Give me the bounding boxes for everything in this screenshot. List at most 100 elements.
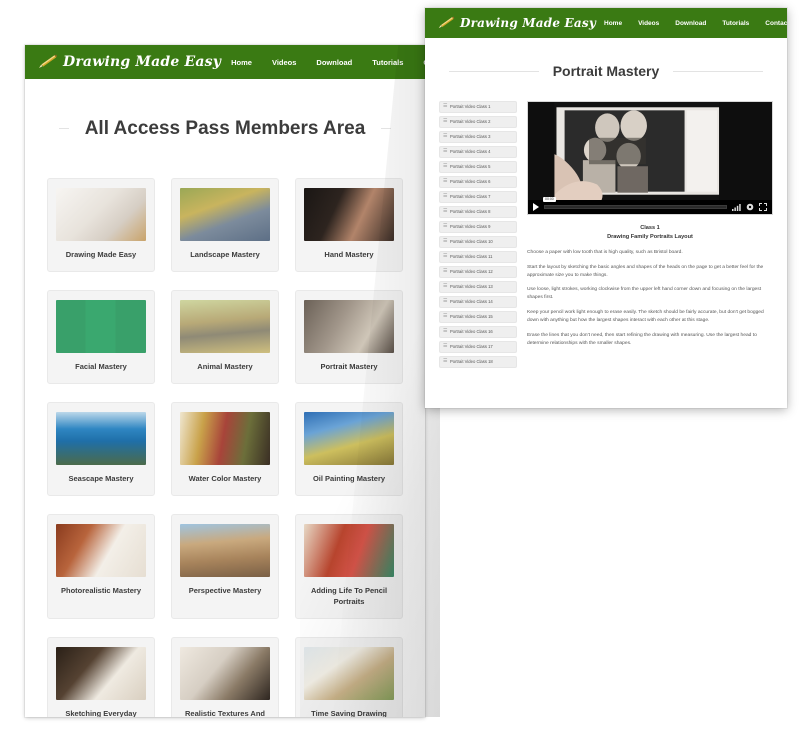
class-list-item[interactable]: ☰ Portrait Video Class 6 [439,175,517,188]
nav-item-tutorials[interactable]: Tutorials [362,58,413,67]
course-title: Drawing Made Easy [65,250,137,260]
course-card[interactable]: Seascape Mastery [47,402,155,497]
pencil-icon [37,54,59,70]
lesson-class-number: Class 1 [640,224,660,231]
drag-handle-icon[interactable]: ☰ [443,299,447,304]
course-card[interactable]: Animal Mastery [171,290,279,385]
class-list-item-label: Portrait Video Class 11 [449,254,493,260]
progress-bar[interactable]: 00:00 [543,196,727,209]
class-list: ☰ Portrait Video Class 1 ☰ Portrait Video C… [439,100,517,368]
drag-handle-icon[interactable]: ☰ [443,284,447,289]
class-list-item[interactable]: ☰ Portrait Video Class 1 [439,100,517,113]
lesson-paragraph: Use loose, light strokes, working clockw… [527,287,762,301]
course-thumbnail [304,524,394,578]
class-list-item[interactable]: ☰ Portrait Video Class 3 [439,130,517,143]
course-thumbnail [304,646,394,700]
drag-handle-icon[interactable]: ☰ [443,209,447,214]
nav-item-videos[interactable]: Videos [262,58,306,67]
course-thumbnail [304,188,394,242]
nav-item-home[interactable]: Home [596,20,630,27]
course-card[interactable]: Water Color Mastery [171,402,279,497]
lesson-heading: Class 1 Drawing Family Portraits Layout [527,224,773,242]
course-card[interactable]: Realistic Textures And Clothing [171,636,279,717]
drag-handle-icon[interactable]: ☰ [443,344,447,349]
course-card[interactable]: Facial Mastery [47,290,155,385]
class-list-item[interactable]: ☰ Portrait Video Class 5 [439,160,517,173]
brand-logo[interactable]: Drawing Made Easy [37,54,221,70]
course-card[interactable]: Time Saving Drawing Tips [295,636,403,717]
nav-item-home[interactable]: Home [221,58,262,67]
class-list-item[interactable]: ☰ Portrait Video Class 7 [439,190,517,203]
page-title: All Access Pass Members Area [84,117,366,139]
nav-item-download[interactable]: Download [667,20,714,27]
drag-handle-icon[interactable]: ☰ [443,134,447,139]
settings-gear-icon[interactable] [746,203,754,211]
title-rule-right [673,70,763,72]
portrait-body: ☰ Portrait Video Class 1 ☰ Portrait Video C… [425,89,787,384]
class-list-item-label: Portrait Video Class 18 [449,359,493,365]
nav-item-contact[interactable]: Contact [757,20,787,27]
class-list-item[interactable]: ☰ Portrait Video Class 8 [439,205,517,218]
course-card[interactable]: Photorealistic Mastery [47,514,155,619]
class-list-item[interactable]: ☰ Portrait Video Class 2 [439,115,517,128]
class-list-item[interactable]: ☰ Portrait Video Class 17 [439,340,517,353]
class-list-item[interactable]: ☰ Portrait Video Class 18 [439,355,517,368]
fullscreen-icon[interactable] [759,202,767,211]
drag-handle-icon[interactable]: ☰ [443,224,447,229]
course-thumbnail [304,300,394,354]
course-card[interactable]: Oil Painting Mastery [295,402,403,497]
course-card[interactable]: Hand Mastery [295,178,403,273]
course-thumbnail [56,300,146,354]
drag-handle-icon[interactable]: ☰ [443,164,447,169]
class-list-item[interactable]: ☰ Portrait Video Class 15 [439,310,517,323]
drag-handle-icon[interactable]: ☰ [443,194,447,199]
drag-handle-icon[interactable]: ☰ [443,239,447,244]
video-controls: 00:00 [528,196,772,214]
course-thumbnail [56,524,146,578]
class-list-item[interactable]: ☰ Portrait Video Class 10 [439,235,517,248]
nav-item-videos[interactable]: Videos [630,20,667,27]
class-list-item[interactable]: ☰ Portrait Video Class 13 [439,280,517,293]
course-card[interactable]: Drawing Made Easy [47,178,155,273]
portrait-title-row: Portrait Mastery [425,38,787,89]
drag-handle-icon[interactable]: ☰ [443,104,447,109]
drag-handle-icon[interactable]: ☰ [443,269,447,274]
class-list-item[interactable]: ☰ Portrait Video Class 11 [439,250,517,263]
course-title: Sketching Everyday Objects [65,708,137,717]
class-list-item[interactable]: ☰ Portrait Video Class 4 [439,145,517,158]
drag-handle-icon[interactable]: ☰ [443,329,447,334]
drag-handle-icon[interactable]: ☰ [443,119,447,124]
course-title: Seascape Mastery [68,474,134,484]
title-rule-left [59,128,69,130]
class-list-item[interactable]: ☰ Portrait Video Class 16 [439,325,517,338]
course-thumbnail [56,412,146,466]
course-card[interactable]: Adding Life To Pencil Portraits [295,514,403,619]
lesson-paragraph: Keep your pencil work light enough to er… [527,310,764,324]
class-list-item[interactable]: ☰ Portrait Video Class 12 [439,265,517,278]
class-list-item[interactable]: ☰ Portrait Video Class 14 [439,295,517,308]
volume-icon[interactable] [732,203,741,211]
class-list-item[interactable]: ☰ Portrait Video Class 9 [439,220,517,233]
nav-item-tutorials[interactable]: Tutorials [714,20,757,27]
drag-handle-icon[interactable]: ☰ [443,314,447,319]
course-title: Animal Mastery [197,362,253,372]
drag-handle-icon[interactable]: ☰ [443,179,447,184]
nav-item-contact[interactable]: Contact [413,58,425,67]
drag-handle-icon[interactable]: ☰ [443,149,447,154]
video-player[interactable]: 00:00 [527,100,773,215]
course-title: Perspective Mastery [188,586,262,596]
brand-logo-portrait[interactable]: Drawing Made Easy [437,16,596,30]
course-card[interactable]: Landscape Mastery [171,178,279,273]
course-card[interactable]: Sketching Everyday Objects [47,636,155,717]
title-rule-right [381,128,391,130]
course-thumbnail [180,188,270,242]
brand-name: Drawing Made Easy [63,54,222,70]
play-icon[interactable] [533,202,539,211]
nav-item-download[interactable]: Download [306,58,362,67]
course-title: Landscape Mastery [190,250,260,260]
drag-handle-icon[interactable]: ☰ [443,254,447,259]
course-card[interactable]: Portrait Mastery [295,290,403,385]
course-thumbnail [180,646,270,700]
drag-handle-icon[interactable]: ☰ [443,359,447,364]
course-card[interactable]: Perspective Mastery [171,514,279,619]
